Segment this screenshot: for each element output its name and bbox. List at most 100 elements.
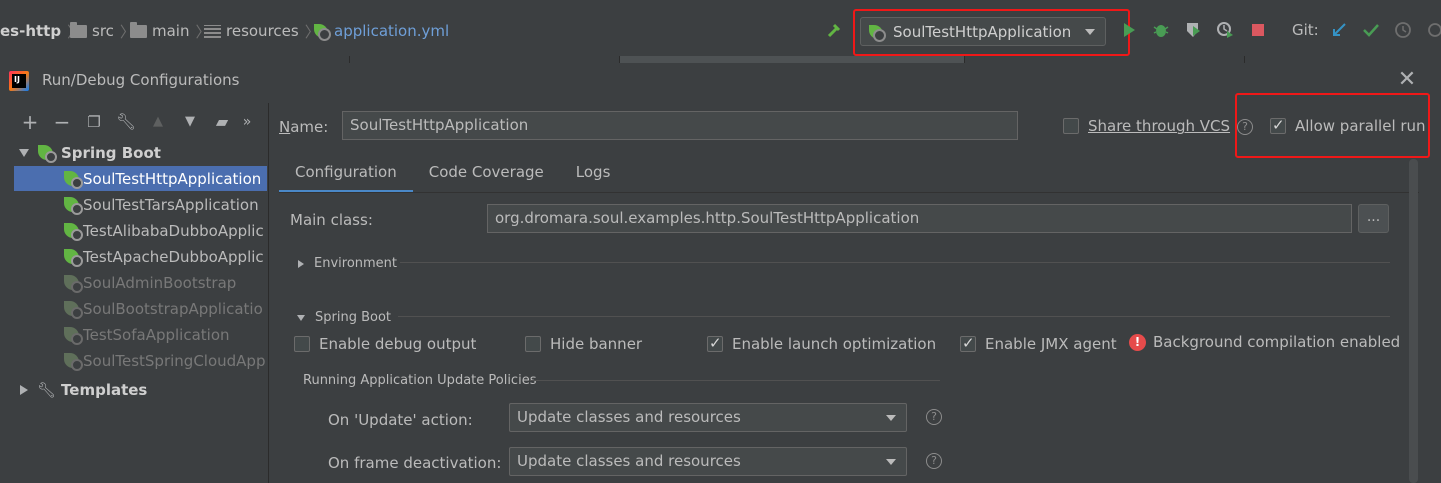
expand-arrow-icon[interactable] bbox=[19, 148, 29, 157]
profiler-icon[interactable] bbox=[1216, 21, 1234, 39]
on-frame-deactivation-select[interactable]: Update classes and resources bbox=[509, 447, 907, 476]
breadcrumb-label: resources bbox=[226, 22, 299, 40]
rollback-icon[interactable] bbox=[1426, 21, 1441, 39]
new-folder-icon[interactable]: ▰ bbox=[206, 111, 238, 133]
tree-item-soultestspringcloud[interactable]: SoulTestSpringCloudApp bbox=[14, 348, 267, 373]
add-icon[interactable]: + bbox=[14, 111, 46, 133]
tree-item-label: TestAlibabaDubboApplic bbox=[83, 221, 264, 240]
tree-item-soultesthttpapplication[interactable]: SoulTestHttpApplication bbox=[14, 166, 267, 191]
remove-icon[interactable]: − bbox=[46, 111, 78, 133]
tree-item-label: SoulTestHttpApplication bbox=[83, 169, 262, 188]
spring-boot-icon bbox=[38, 145, 57, 163]
tab-logs[interactable]: Logs bbox=[560, 155, 627, 193]
debug-icon[interactable] bbox=[1152, 21, 1170, 39]
more-icon[interactable]: » bbox=[238, 111, 256, 133]
highlight-allow-parallel bbox=[1235, 93, 1430, 158]
tree-group-label: Spring Boot bbox=[61, 143, 161, 162]
breadcrumb-src[interactable]: src 〉 bbox=[70, 20, 135, 42]
spring-boot-icon bbox=[64, 301, 83, 319]
enable-jmx-agent-checkbox[interactable] bbox=[960, 334, 976, 352]
expand-arrow-icon bbox=[298, 259, 304, 268]
background-compilation-warning: ! Background compilation enabled bbox=[1129, 333, 1400, 351]
spring-boot-section-label: Spring Boot bbox=[315, 310, 392, 325]
run-icon[interactable] bbox=[1120, 21, 1138, 39]
help-icon[interactable]: ? bbox=[926, 453, 942, 469]
collapse-arrow-icon bbox=[297, 314, 305, 321]
hide-banner-option[interactable]: Hide banner bbox=[525, 335, 642, 353]
spring-boot-icon bbox=[64, 197, 83, 215]
build-icon[interactable] bbox=[826, 21, 844, 39]
hide-banner-checkbox[interactable] bbox=[525, 336, 541, 352]
tree-item-testsofaapplication[interactable]: TestSofaApplication bbox=[14, 322, 267, 347]
tree-group-label: Templates bbox=[61, 380, 148, 399]
spring-boot-icon bbox=[64, 353, 83, 371]
tree-item-soulbootstrapapplication[interactable]: SoulBootstrapApplicatio bbox=[14, 296, 267, 321]
tree-group-templates[interactable]: 🔧︎ Templates bbox=[14, 377, 267, 402]
stop-icon[interactable] bbox=[1250, 21, 1268, 39]
breadcrumb-label: es-http bbox=[0, 22, 62, 40]
update-policies-title: Running Application Update Policies bbox=[303, 373, 537, 388]
spring-boot-icon bbox=[314, 24, 331, 41]
vertical-scrollbar[interactable] bbox=[1409, 159, 1418, 483]
editor-tab-strip bbox=[0, 56, 1441, 63]
share-vcs-label: Share through VCS bbox=[1088, 117, 1231, 135]
share-vcs-option[interactable]: Share through VCS bbox=[1063, 117, 1230, 135]
spring-boot-section[interactable]: Spring Boot bbox=[297, 310, 391, 325]
enable-jmx-agent-option[interactable]: Enable JMX agent bbox=[960, 334, 1117, 353]
run-debug-configurations-dialog: IJ Run/Debug Configurations ✕ + − ❐ 🔧︎ ▲… bbox=[0, 63, 1441, 483]
section-divider bbox=[400, 262, 1390, 263]
tree-item-label: SoulTestSpringCloudApp bbox=[83, 351, 266, 370]
chevron-down-icon bbox=[886, 415, 896, 421]
move-down-icon[interactable]: ▼ bbox=[174, 111, 206, 133]
folder-icon bbox=[130, 21, 147, 38]
tab-configuration[interactable]: Configuration bbox=[279, 155, 413, 193]
close-icon[interactable]: ✕ bbox=[1396, 69, 1418, 91]
help-icon[interactable]: ? bbox=[926, 409, 942, 425]
name-input[interactable]: SoulTestHttpApplication bbox=[342, 111, 1018, 140]
spring-boot-icon bbox=[64, 327, 83, 345]
tree-item-soultesttarsapplication[interactable]: SoulTestTarsApplication bbox=[14, 192, 267, 217]
breadcrumb-main[interactable]: main 〉 bbox=[130, 20, 211, 42]
tabs-divider bbox=[279, 192, 1419, 193]
environment-label: Environment bbox=[314, 256, 398, 271]
group-divider bbox=[530, 380, 940, 381]
spring-boot-icon bbox=[64, 249, 83, 267]
error-icon: ! bbox=[1129, 333, 1146, 351]
enable-debug-output-option[interactable]: Enable debug output bbox=[294, 335, 476, 353]
resources-folder-icon bbox=[204, 24, 221, 38]
spring-boot-icon bbox=[64, 171, 83, 189]
on-frame-deactivation-label: On frame deactivation: bbox=[328, 454, 502, 472]
git-commit-icon[interactable] bbox=[1362, 21, 1380, 39]
tree-item-souladminbootstrap[interactable]: SoulAdminBootstrap bbox=[14, 270, 267, 295]
collapse-arrow-icon[interactable] bbox=[20, 384, 28, 395]
tree-item-testalibabadubbo[interactable]: TestAlibabaDubboApplic bbox=[14, 218, 267, 243]
dialog-title: Run/Debug Configurations bbox=[42, 71, 240, 89]
tree-group-spring-boot[interactable]: Spring Boot bbox=[14, 140, 267, 165]
share-vcs-checkbox[interactable] bbox=[1063, 118, 1079, 134]
on-update-select[interactable]: Update classes and resources bbox=[509, 403, 907, 432]
enable-launch-optimization-checkbox[interactable] bbox=[707, 334, 723, 352]
wrench-icon[interactable]: 🔧︎ bbox=[110, 111, 142, 133]
tab-code-coverage[interactable]: Code Coverage bbox=[413, 155, 560, 193]
breadcrumb-resources[interactable]: resources 〉 bbox=[204, 20, 320, 42]
tree-item-label: SoulTestTarsApplication bbox=[83, 195, 259, 214]
tree-item-label: SoulAdminBootstrap bbox=[83, 273, 237, 292]
enable-launch-optimization-option[interactable]: Enable launch optimization bbox=[707, 334, 936, 353]
environment-section[interactable]: Environment bbox=[298, 256, 397, 271]
git-update-icon[interactable] bbox=[1330, 21, 1348, 39]
git-label: Git: bbox=[1292, 21, 1319, 39]
enable-debug-output-label: Enable debug output bbox=[319, 335, 477, 353]
tree-item-label: TestApacheDubboApplic bbox=[83, 247, 264, 266]
enable-jmx-agent-label: Enable JMX agent bbox=[985, 335, 1117, 353]
tree-item-testapachedubbo[interactable]: TestApacheDubboApplic bbox=[14, 244, 267, 269]
copy-icon[interactable]: ❐ bbox=[78, 111, 110, 133]
history-icon[interactable] bbox=[1394, 21, 1412, 39]
coverage-icon[interactable] bbox=[1184, 21, 1202, 39]
main-class-input[interactable]: org.dromara.soul.examples.http.SoulTestH… bbox=[487, 204, 1352, 233]
splitter[interactable] bbox=[268, 103, 269, 483]
breadcrumb-file[interactable]: application.yml bbox=[314, 20, 449, 42]
browse-button[interactable]: ... bbox=[1358, 204, 1389, 233]
tree-item-label: SoulBootstrapApplicatio bbox=[83, 299, 263, 318]
enable-debug-output-checkbox[interactable] bbox=[294, 336, 310, 352]
move-up-icon[interactable]: ▲ bbox=[142, 111, 174, 133]
